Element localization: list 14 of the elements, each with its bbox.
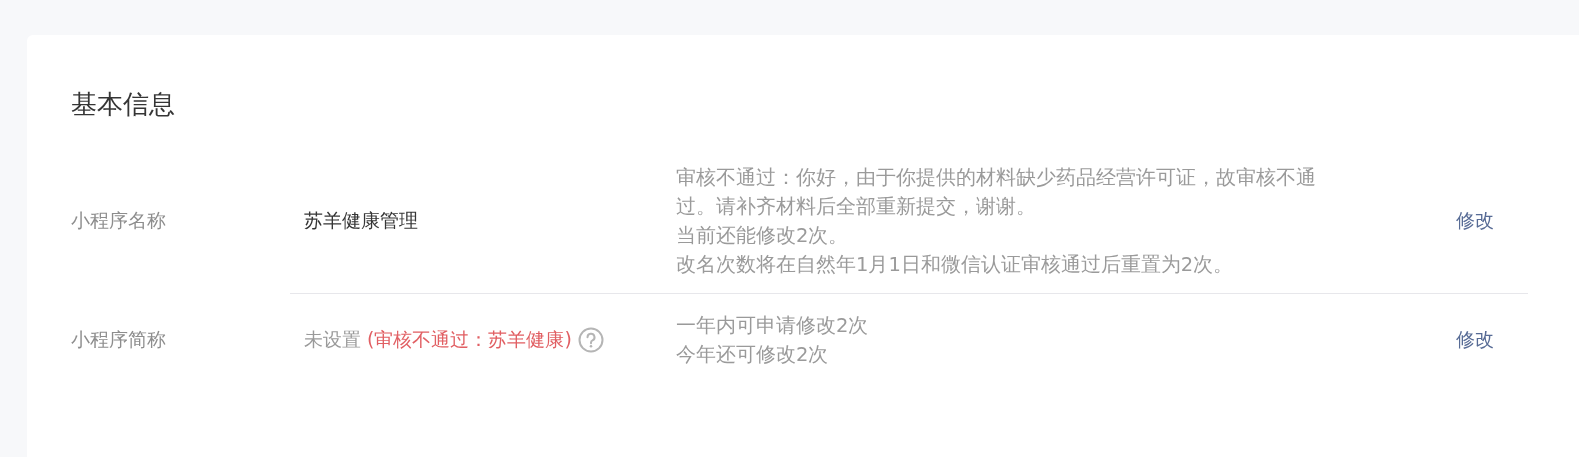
field-value: 苏羊健康管理 xyxy=(304,208,418,233)
section-title: 基本信息 xyxy=(71,88,176,121)
field-value: 未设置 xyxy=(304,327,361,352)
review-status: (审核不通过：苏羊健康) xyxy=(367,327,572,352)
edit-link[interactable]: 修改 xyxy=(1456,327,1494,353)
info-text: 今年还可修改2次 xyxy=(676,342,830,368)
info-text: 一年内可申请修改2次 xyxy=(676,313,870,339)
help-icon[interactable] xyxy=(577,327,604,353)
info-text: 当前还能修改2次。 xyxy=(676,223,850,249)
info-text: 审核不通过：你好，由于你提供的材料缺少药品经营许可证，故审核不通过。请补齐材料后全部重新提交，谢谢。 xyxy=(676,165,1316,220)
field-label: 小程序名称 xyxy=(71,208,167,233)
info-text: 改名次数将在自然年1月1日和微信认证审核通过后重置为2次。 xyxy=(676,252,1235,278)
field-label: 小程序简称 xyxy=(71,327,167,352)
edit-link[interactable]: 修改 xyxy=(1456,208,1494,234)
